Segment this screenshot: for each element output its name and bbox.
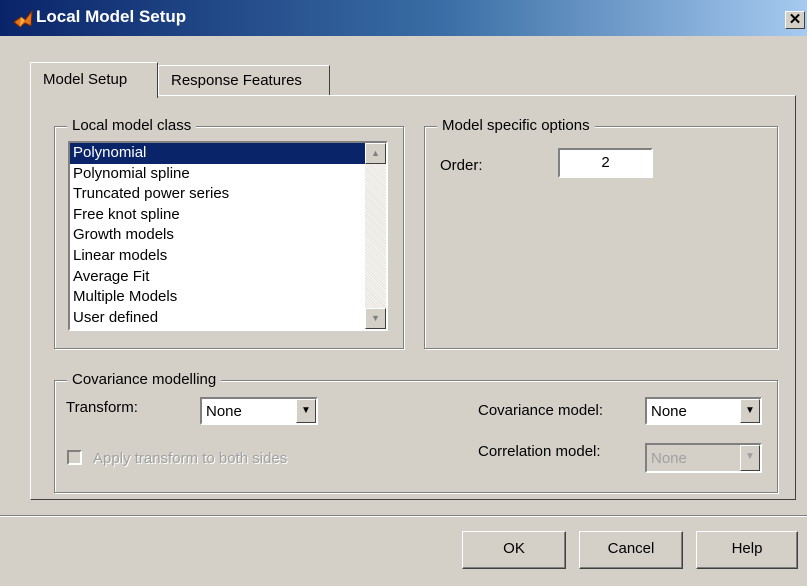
transform-label: Transform: — [66, 399, 138, 416]
chevron-down-icon[interactable]: ▼ — [740, 445, 760, 471]
list-item[interactable]: Free knot spline — [70, 205, 365, 226]
cancel-button-label: Cancel — [607, 540, 655, 557]
order-label: Order: — [440, 157, 483, 174]
correlation-model-label: Correlation model: — [478, 443, 601, 460]
chevron-up-icon: ▲ — [371, 148, 380, 158]
scroll-up-button[interactable]: ▲ — [365, 143, 386, 164]
group-legend: Model specific options — [437, 117, 595, 134]
chevron-down-icon[interactable]: ▼ — [740, 399, 760, 423]
apply-transform-label: Apply transform to both sides — [93, 450, 288, 467]
matlab-icon — [13, 9, 33, 28]
list-item[interactable]: Polynomial spline — [70, 164, 365, 185]
list-item[interactable]: Multiple Models — [70, 287, 365, 308]
group-legend: Local model class — [67, 117, 197, 134]
close-button[interactable]: ✕ — [785, 11, 805, 29]
separator — [0, 515, 807, 517]
help-button-label: Help — [731, 540, 763, 557]
title-bar: Local Model Setup ✕ — [0, 0, 807, 36]
listbox-items: Polynomial Polynomial spline Truncated p… — [70, 143, 365, 328]
listbox-scrollbar[interactable]: ▲ ▼ — [365, 143, 386, 329]
window-title: Local Model Setup — [36, 7, 187, 26]
list-item[interactable]: Polynomial — [70, 143, 365, 164]
scroll-down-button[interactable]: ▼ — [365, 308, 386, 329]
covariance-model-dropdown[interactable]: None ▼ — [645, 397, 762, 425]
tab-model-setup[interactable]: Model Setup — [30, 62, 158, 98]
tab-label: Model Setup — [43, 71, 128, 88]
correlation-model-value: None — [651, 450, 687, 467]
transform-dropdown[interactable]: None ▼ — [200, 397, 318, 425]
tab-response-features[interactable]: Response Features — [158, 65, 330, 95]
list-item[interactable]: Linear models — [70, 246, 365, 267]
ok-button-label: OK — [503, 540, 525, 557]
list-item[interactable]: Truncated power series — [70, 184, 365, 205]
cancel-button[interactable]: Cancel — [579, 531, 683, 569]
list-item[interactable]: Growth models — [70, 225, 365, 246]
group-legend: Covariance modelling — [67, 371, 222, 388]
covariance-model-label: Covariance model: — [478, 402, 604, 419]
list-item[interactable]: Average Fit — [70, 267, 365, 288]
close-icon: ✕ — [788, 11, 802, 28]
ok-button[interactable]: OK — [462, 531, 566, 569]
covariance-model-value: None — [651, 403, 687, 420]
order-value: 2 — [601, 154, 610, 171]
list-item[interactable]: User defined — [70, 308, 365, 329]
apply-transform-checkbox[interactable] — [67, 450, 82, 465]
order-input[interactable]: 2 — [558, 148, 653, 178]
tab-label: Response Features — [171, 72, 302, 89]
chevron-down-icon[interactable]: ▼ — [296, 399, 316, 423]
chevron-down-icon: ▼ — [371, 313, 380, 323]
correlation-model-dropdown[interactable]: None ▼ — [645, 443, 762, 473]
help-button[interactable]: Help — [696, 531, 798, 569]
local-model-listbox[interactable]: Polynomial Polynomial spline Truncated p… — [68, 141, 388, 331]
transform-value: None — [206, 403, 242, 420]
